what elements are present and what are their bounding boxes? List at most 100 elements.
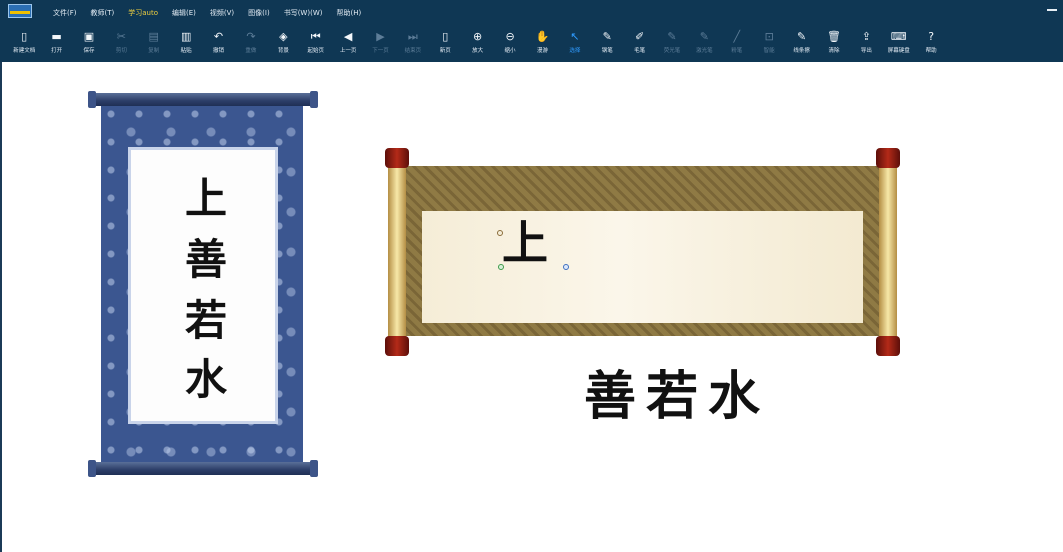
toolbar-button[interactable]: ↖ 选择 [559,24,591,60]
last-page-icon: ⏭ [407,30,418,43]
zoom-out-icon: ⊖ [505,30,515,43]
toolbar-button[interactable]: ▣ 保存 [73,24,105,60]
toolbar-button[interactable]: ▯ 新建文档 [8,24,40,60]
toolbar-button-label: 撤销 [213,48,225,54]
toolbar-button[interactable]: ⊡ 智能 [753,24,785,60]
menu-video[interactable]: 视频(V) [203,6,241,20]
stroke-start-handle[interactable] [497,230,503,236]
toolbar-button[interactable]: ⊖ 缩小 [494,24,526,60]
toolbar-button[interactable]: ✎ 激光笔 [688,24,720,60]
redo-icon: ↷ [246,30,256,43]
pen-icon: ✎ [602,30,612,43]
toolbar-button[interactable]: ⏭ 结束页 [397,24,429,60]
menu-study[interactable]: 学习auto [121,6,165,20]
toolbar-button-label: 激光笔 [696,48,713,54]
menu-writing[interactable]: 书写(W)(W) [277,6,330,20]
horizontal-scroll-left-roller [385,148,409,356]
toolbar-button[interactable]: ⊕ 放大 [461,24,493,60]
toolbar-button-label: 复制 [148,48,160,54]
toolbar-button-label: 导出 [860,48,872,54]
new-page-icon: ▯ [442,30,449,43]
toolbar-button[interactable]: ▯ 新页 [429,24,461,60]
brush-icon: ✐ [635,30,645,43]
paste-icon: ▥ [180,30,192,43]
window-left-border [0,0,2,552]
toolbar-button[interactable]: ◀ 上一页 [332,24,364,60]
laser-pen-icon: ✎ [699,30,709,43]
app-logo [8,4,32,18]
toolbar-button[interactable]: ▥ 粘贴 [170,24,202,60]
pointer-icon: ↖ [570,30,580,43]
writing-character[interactable]: 上 [502,218,548,268]
keyboard-icon: ⌨ [890,30,907,43]
toolbar-button-label: 钢笔 [601,48,613,54]
layers-icon: ◈ [279,30,288,43]
toolbar-button[interactable]: ◈ 背景 [267,24,299,60]
vertical-char-1: 上 [184,174,227,223]
vertical-char-2: 善 [184,235,227,284]
app-header: 文件(F) 教师(T) 学习auto 编辑(E) 视频(V) 图像(I) 书写(… [0,0,1063,62]
zoom-in-icon: ⊕ [473,30,483,43]
toolbar-button[interactable]: ↷ 重做 [235,24,267,60]
menu-file[interactable]: 文件(F) [46,6,84,20]
stroke-right-handle[interactable] [563,264,569,270]
menu-bar: 文件(F) 教师(T) 学习auto 编辑(E) 视频(V) 图像(I) 书写(… [46,6,368,22]
toolbar: ▯ 新建文档 ▬ 打开 ▣ 保存 ✂ 剪切 ▤ 复制 ▥ 粘贴 ↶ 撤销 ↷ 重做 ◈ 背景 ⏮ 起始页 ◀ 上一页 ▶ 下一… [8,24,947,60]
toolbar-button-label: 新页 [439,48,451,54]
toolbar-button[interactable]: ? 帮助 [915,24,947,60]
toolbar-button[interactable]: ✎ 线条擦 [785,24,817,60]
toolbar-button[interactable]: ✂ 剪切 [105,24,137,60]
toolbar-button-label: 粘贴 [180,48,192,54]
toolbar-button-label: 粉笔 [731,48,743,54]
toolbar-button-label: 荧光笔 [663,48,681,54]
menu-image[interactable]: 图像(I) [241,6,277,20]
toolbar-button-label: 智能 [763,48,775,54]
toolbar-button[interactable]: ⏮ 起始页 [300,24,332,60]
vertical-char-3: 若 [184,296,227,345]
toolbar-button[interactable]: ↶ 撤销 [202,24,234,60]
first-page-icon: ⏮ [310,30,321,43]
vertical-scroll-bottom-rod [88,460,318,477]
horizontal-scroll-paper [422,211,863,323]
toolbar-button-label: 背景 [277,48,289,54]
horizontal-scroll-mount [400,166,885,336]
vertical-scroll-top-rod [88,91,318,108]
hand-pan-icon: ✋ [535,30,550,43]
toolbar-button[interactable]: ╱ 粉笔 [721,24,753,60]
export-icon: ⇪ [861,30,871,43]
toolbar-button[interactable]: ▶ 下一页 [364,24,396,60]
smart-shape-icon: ⊡ [764,30,774,43]
new-document-icon: ▯ [21,30,28,43]
toolbar-button[interactable]: ▤ 复制 [138,24,170,60]
toolbar-button-label: 毛笔 [634,48,646,54]
next-page-icon: ▶ [376,30,385,43]
previous-page-icon: ◀ [343,30,353,43]
menu-edit[interactable]: 编辑(E) [165,6,203,20]
copy-icon: ▤ [148,30,159,43]
toolbar-button[interactable]: ✎ 荧光笔 [656,24,688,60]
toolbar-button-label: 新建文档 [13,48,36,54]
toolbar-button[interactable]: ⌨ 屏幕键盘 [883,24,915,60]
menu-help[interactable]: 帮助(H) [329,6,368,20]
toolbar-button[interactable]: ✐ 毛笔 [623,24,655,60]
vertical-scroll-paper: 上 善 若 水 [128,147,278,424]
menu-teacher[interactable]: 教师(T) [84,6,122,20]
toolbar-button[interactable]: ✎ 钢笔 [591,24,623,60]
toolbar-button[interactable]: 🗑 清除 [818,24,850,60]
highlighter-icon: ✎ [667,30,677,43]
toolbar-button-label: 缩小 [504,48,516,54]
vertical-scroll: 上 善 若 水 [88,91,318,477]
toolbar-button[interactable]: ✋ 漫游 [526,24,558,60]
toolbar-button-label: 打开 [51,48,63,54]
toolbar-button[interactable]: ⇪ 导出 [850,24,882,60]
toolbar-button-label: 清除 [828,48,840,54]
minimize-button[interactable] [1047,9,1057,11]
toolbar-button-label: 下一页 [372,48,389,54]
toolbar-button-label: 剪切 [115,48,127,54]
stroke-left-handle[interactable] [498,264,504,270]
save-icon: ▣ [83,30,95,43]
toolbar-button[interactable]: ▬ 打开 [40,24,72,60]
cut-icon: ✂ [116,30,126,43]
toolbar-button-label: 起始页 [307,48,324,54]
toolbar-button-label: 保存 [83,48,95,54]
